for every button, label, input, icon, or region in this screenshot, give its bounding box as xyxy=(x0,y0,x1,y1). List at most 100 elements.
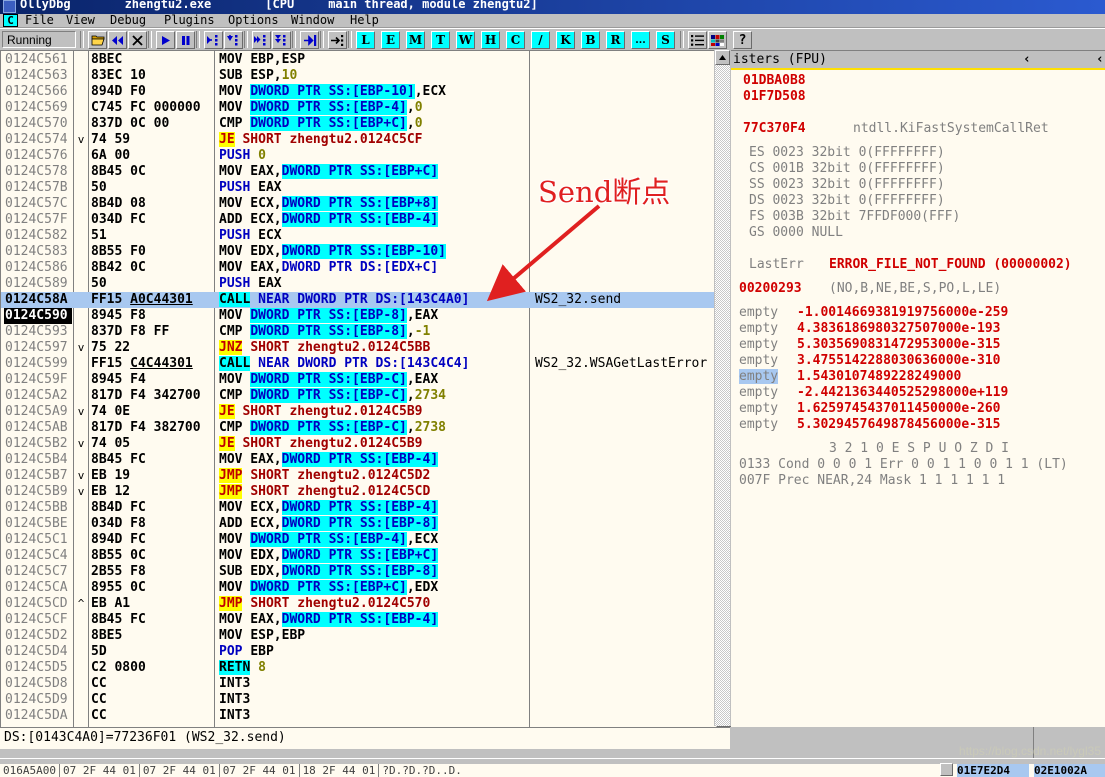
disassembly-row[interactable]: 0124C5D4 5D POP EBP xyxy=(1,644,715,660)
disassembly-row[interactable]: 0124C586 8B42 0C MOV EAX,DWORD PTR DS:[EDX… xyxy=(1,260,715,276)
appearance-colors-icon[interactable] xyxy=(708,31,727,49)
menu-item-plugins[interactable]: Plugins xyxy=(164,14,215,27)
restart-button[interactable] xyxy=(108,31,127,49)
register-line[interactable]: 0133 Cond 0 0 0 1 Err 0 0 1 1 0 0 1 1 (L… xyxy=(739,457,1068,473)
register-line[interactable]: 00200293 xyxy=(739,281,802,297)
source-button[interactable]: S xyxy=(656,31,675,49)
disassembly-row[interactable]: 0124C5C4 8B55 0C MOV EDX,DWORD PTR SS:[EBP… xyxy=(1,548,715,564)
windows-button[interactable]: W xyxy=(456,31,475,49)
registers-scroll-up-button[interactable] xyxy=(715,50,730,65)
chevron-left-icon-2[interactable]: ‹ xyxy=(1096,51,1104,68)
disassembly-row[interactable]: 0124C5B4 8B45 FC MOV EAX,DWORD PTR SS:[EBP… xyxy=(1,452,715,468)
register-line[interactable]: empty xyxy=(739,385,778,401)
register-line[interactable]: 4.3836186980327507000e-193 xyxy=(797,321,1001,337)
animate-into-button[interactable] xyxy=(252,31,271,49)
disassembly-row[interactable]: 0124C5DA CC INT3 xyxy=(1,708,715,724)
disassembly-row[interactable]: 0124C566 894D F0 MOV DWORD PTR SS:[EBP-10]… xyxy=(1,84,715,100)
disassembly-row[interactable]: 0124C593 837D F8 FF CMP DWORD PTR SS:[EBP-… xyxy=(1,324,715,340)
disassembly-row[interactable]: 0124C5D8 CC INT3 xyxy=(1,676,715,692)
threads-button[interactable]: T xyxy=(431,31,450,49)
menu-item-debug[interactable]: Debug xyxy=(110,14,146,27)
disassembly-row[interactable]: 0124C582 51 PUSH ECX xyxy=(1,228,715,244)
register-line[interactable]: 5.3035690831472953000e-315 xyxy=(797,337,1001,353)
register-line[interactable]: empty xyxy=(739,305,778,321)
register-line[interactable]: SS 0023 32bit 0(FFFFFFFF) xyxy=(749,177,945,193)
step-into-button[interactable] xyxy=(204,31,223,49)
disassembly-row[interactable]: 0124C583 8B55 F0 MOV EDX,DWORD PTR SS:[EBP… xyxy=(1,244,715,260)
register-line[interactable]: empty xyxy=(739,417,778,433)
disassembly-row[interactable]: 0124C5D5 C2 0800 RETN 8 xyxy=(1,660,715,676)
register-line[interactable]: 5.3029457649878456000e-315 xyxy=(797,417,1001,433)
help-button[interactable]: ? xyxy=(733,31,752,49)
registers-pane[interactable]: isters (FPU) ‹ ‹ 01DBA0B8 01F7D508 77C370F… xyxy=(731,50,1105,727)
disassembly-row[interactable]: 0124C5CD ^ EB A1 JMP SHORT zhengtu2.0124C57… xyxy=(1,596,715,612)
disassembly-row[interactable]: 0124C563 83EC 10 SUB ESP,10 xyxy=(1,68,715,84)
register-line[interactable]: 1.6259745437011450000e-260 xyxy=(797,401,1001,417)
disassembly-pane[interactable]: 0124C561 8BEC MOV EBP,ESP 0124C563 83EC 10 SU… xyxy=(0,50,731,727)
disassembly-row[interactable]: 0124C569 C745 FC 000000 MOV DWORD PTR SS:[… xyxy=(1,100,715,116)
stack-scroll-button[interactable] xyxy=(940,763,953,776)
ollydbg-logo-icon[interactable]: C xyxy=(3,14,18,27)
register-line[interactable]: empty xyxy=(739,337,778,353)
registers-scroll-track[interactable] xyxy=(715,65,730,726)
register-line[interactable]: empty xyxy=(739,401,778,417)
executables-button[interactable]: E xyxy=(381,31,400,49)
memory-dump-row[interactable]: 016A5A00 07 2F 44 01 07 2F 44 01 07 2F 44 0… xyxy=(0,764,1040,777)
breakpoints-button[interactable]: B xyxy=(581,31,600,49)
animate-over-button[interactable] xyxy=(272,31,291,49)
register-line[interactable]: FS 003B 32bit 7FFDF000(FFF) xyxy=(749,209,960,225)
register-line[interactable]: 3.4755142288030636000e-310 xyxy=(797,353,1001,369)
menu-item-help[interactable]: Help xyxy=(350,14,379,27)
disassembly-row[interactable]: 0124C58A FF15 A0C44301 CALL NEAR DWORD PTR… xyxy=(1,292,715,308)
disassembly-row[interactable]: 0124C570 837D 0C 00 CMP DWORD PTR SS:[EBP+… xyxy=(1,116,715,132)
register-line[interactable]: ES 0023 32bit 0(FFFFFFFF) xyxy=(749,145,945,161)
trace-button[interactable] xyxy=(328,31,347,49)
register-line[interactable]: -2.4421363440525298000e+119 xyxy=(797,385,1008,401)
register-line[interactable]: (NO,B,NE,BE,S,PO,L,LE) xyxy=(829,281,1001,297)
register-line[interactable]: DS 0023 32bit 0(FFFFFFFF) xyxy=(749,193,945,209)
disassembly-row[interactable]: 0124C5CF 8B45 FC MOV EAX,DWORD PTR SS:[EBP… xyxy=(1,612,715,628)
disassembly-row[interactable]: 0124C5C7 2B55 F8 SUB EDX,DWORD PTR SS:[EBP… xyxy=(1,564,715,580)
disassembly-row[interactable]: 0124C574 v 74 59 JE SHORT zhengtu2.0124C5CF xyxy=(1,132,715,148)
disassembly-row[interactable]: 0124C5B7 v EB 19 JMP SHORT zhengtu2.0124C5D… xyxy=(1,468,715,484)
handles-button[interactable]: H xyxy=(481,31,500,49)
memory-button[interactable]: M xyxy=(406,31,425,49)
execute-till-return-button[interactable] xyxy=(300,31,319,49)
register-line[interactable]: 007F Prec NEAR,24 Mask 1 1 1 1 1 1 xyxy=(739,473,1005,489)
disassembly-row[interactable]: 0124C5AB 817D F4 382700 CMP DWORD PTR SS:[… xyxy=(1,420,715,436)
register-line[interactable]: LastErr xyxy=(749,257,804,273)
references-button[interactable]: R xyxy=(606,31,625,49)
register-line[interactable]: empty xyxy=(739,353,778,369)
disassembly-row[interactable]: 0124C576 6A 00 PUSH 0 xyxy=(1,148,715,164)
register-line[interactable]: 01F7D508 xyxy=(743,89,806,105)
disassembly-row[interactable]: 0124C599 FF15 C4C44301 CALL NEAR DWORD PTR… xyxy=(1,356,715,372)
disassembly-row[interactable]: 0124C5D9 CC INT3 xyxy=(1,692,715,708)
step-over-button[interactable] xyxy=(224,31,243,49)
disassembly-row[interactable]: 0124C5C1 894D FC MOV DWORD PTR SS:[EBP-4],… xyxy=(1,532,715,548)
menu-item-window[interactable]: Window xyxy=(291,14,334,27)
register-line[interactable]: 3 2 1 0 E S P U O Z D I xyxy=(829,441,1009,457)
disassembly-row[interactable]: 0124C5B2 v 74 05 JE SHORT zhengtu2.0124C5B9 xyxy=(1,436,715,452)
menu-item-file[interactable]: File xyxy=(25,14,54,27)
call-stack-button[interactable]: K xyxy=(556,31,575,49)
disassembly-row[interactable]: 0124C589 50 PUSH EAX xyxy=(1,276,715,292)
patches-button[interactable]: / xyxy=(531,31,550,49)
disassembly-row[interactable]: 0124C5CA 8955 0C MOV DWORD PTR SS:[EBP+C],… xyxy=(1,580,715,596)
register-line[interactable]: 1.5430107489228249000 xyxy=(797,369,961,385)
run-button[interactable] xyxy=(156,31,175,49)
log-window-button[interactable]: L xyxy=(356,31,375,49)
menu-item-view[interactable]: View xyxy=(66,14,95,27)
disassembly-row[interactable]: 0124C5A9 v 74 0E JE SHORT zhengtu2.0124C5B9 xyxy=(1,404,715,420)
register-line[interactable]: 01DBA0B8 xyxy=(743,73,806,89)
disassembly-row[interactable]: 0124C5BE 034D F8 ADD ECX,DWORD PTR SS:[EBP… xyxy=(1,516,715,532)
register-line[interactable]: 77C370F4 xyxy=(743,121,806,137)
register-line[interactable]: ERROR_FILE_NOT_FOUND (00000002) xyxy=(829,257,1072,273)
register-line[interactable]: empty xyxy=(739,369,779,385)
disassembly-row[interactable]: 0124C5BB 8B4D FC MOV ECX,DWORD PTR SS:[EBP… xyxy=(1,500,715,516)
disassembly-row[interactable]: 0124C5B9 v EB 12 JMP SHORT zhengtu2.0124C5C… xyxy=(1,484,715,500)
options-list-icon[interactable] xyxy=(688,31,707,49)
disassembly-row[interactable]: 0124C597 v 75 22 JNZ SHORT zhengtu2.0124C5B… xyxy=(1,340,715,356)
disassembly-row[interactable]: 0124C59F 8945 F4 MOV DWORD PTR SS:[EBP-C],… xyxy=(1,372,715,388)
disassembly-row[interactable]: 0124C590 8945 F8 MOV DWORD PTR SS:[EBP-8],… xyxy=(1,308,715,324)
run-trace-button[interactable]: ... xyxy=(631,31,650,49)
